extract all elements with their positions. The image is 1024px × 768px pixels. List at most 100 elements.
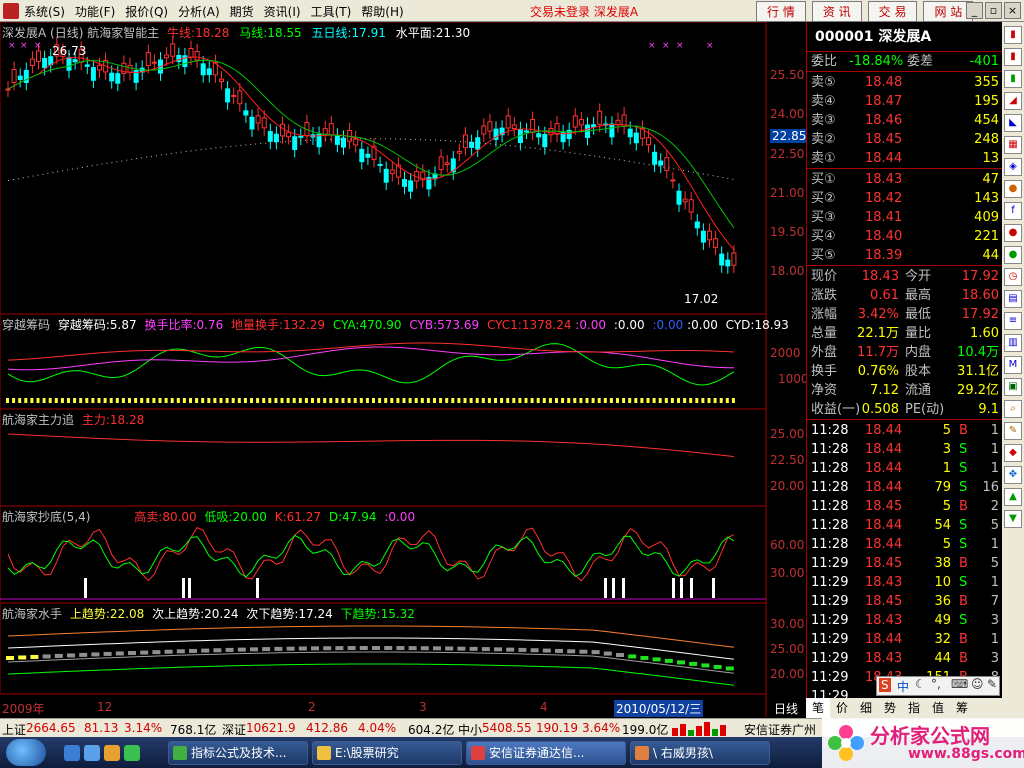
- toolbar-icon-15[interactable]: ▥: [1004, 334, 1022, 352]
- toolbar-icon-3[interactable]: ▮: [1004, 70, 1022, 88]
- tick-volume: 10: [934, 575, 951, 590]
- low-buy-value: 低吸:20.00: [204, 510, 267, 524]
- tab-chips[interactable]: 筹: [950, 698, 974, 718]
- tick-row: 11:28 18.44 5 B 1: [807, 421, 1003, 440]
- tick-time: 11:29: [811, 594, 849, 609]
- ask-row: 卖② 18.45 248: [807, 130, 1003, 149]
- volume-bar: [140, 398, 144, 403]
- toolbar-icon-6[interactable]: ▦: [1004, 136, 1022, 154]
- toolbar-icon-16[interactable]: M: [1004, 356, 1022, 374]
- stat-label: 总量: [811, 326, 838, 341]
- task-formula[interactable]: 指标公式及技术...: [168, 741, 308, 765]
- trade-button[interactable]: 交 易: [867, 1, 918, 22]
- menu-quote[interactable]: 报价(Q): [125, 3, 178, 20]
- tab-index[interactable]: 指: [902, 698, 926, 718]
- bid-row: 买① 18.43 47: [807, 170, 1003, 189]
- chip-value: 穿越筹码:5.87: [57, 318, 137, 332]
- toolbar-icon-8[interactable]: ●: [1004, 180, 1022, 198]
- toolbar-icon-11[interactable]: ●: [1004, 246, 1022, 264]
- menu-analysis[interactable]: 分析(A): [178, 3, 230, 20]
- menu-futures[interactable]: 期货: [230, 3, 264, 20]
- volume-bar: [658, 398, 662, 403]
- toolbar-icon-23[interactable]: ▼: [1004, 510, 1022, 528]
- trend-block: [30, 654, 39, 659]
- moon-icon: ☾: [915, 677, 926, 691]
- task-folder[interactable]: E:\股票研究: [312, 741, 462, 765]
- quicklaunch-icon[interactable]: [124, 745, 140, 761]
- volume-bar: [567, 398, 571, 403]
- candle-body: [700, 230, 706, 243]
- bid-row: 买⑤ 18.39 44: [807, 246, 1003, 265]
- candle-body: [145, 52, 151, 67]
- period-label[interactable]: 日线: [774, 700, 798, 717]
- menu-function[interactable]: 功能(F): [75, 3, 125, 20]
- close-button[interactable]: ×: [1004, 2, 1021, 19]
- task-other[interactable]: \ 右威男孩\: [630, 741, 770, 765]
- info-button[interactable]: 资 讯: [811, 1, 862, 22]
- toolbar-icon-10[interactable]: ●: [1004, 224, 1022, 242]
- quote-button[interactable]: 行 情: [756, 1, 806, 22]
- candle-body: [298, 135, 304, 138]
- ma5-label: 五日线:17.91: [311, 26, 386, 40]
- tab-value[interactable]: 值: [926, 698, 950, 718]
- ie-icon[interactable]: [64, 745, 80, 761]
- desktop-icon[interactable]: [84, 745, 100, 761]
- candle-body: [469, 141, 475, 148]
- toolbar-icon-13[interactable]: ▤: [1004, 290, 1022, 308]
- chart-area[interactable]: × × × × × × × 深发展A (日线) 航海家智能主 牛线:18.28 马线:18.…: [0, 21, 809, 717]
- price-tick: 24.00: [770, 107, 805, 121]
- volume-bar: [481, 398, 485, 403]
- volume-bar: [262, 398, 266, 403]
- candle-body: [97, 64, 102, 71]
- menu-info[interactable]: 资讯(I): [264, 3, 311, 20]
- tick-direction: S: [959, 575, 968, 590]
- toolbar-icon-21[interactable]: ✥: [1004, 466, 1022, 484]
- candle-body: [328, 123, 334, 136]
- candle-body: [646, 137, 651, 146]
- volume-bar: [695, 398, 699, 403]
- candle-body: [261, 117, 267, 129]
- menu-help[interactable]: 帮助(H): [361, 3, 413, 20]
- volume-bar: [585, 398, 589, 403]
- tick-count: 1: [990, 423, 999, 438]
- toolbar-icon-2[interactable]: ▮: [1004, 48, 1022, 66]
- trend-block: [591, 650, 600, 655]
- tab-trend[interactable]: 势: [878, 698, 902, 718]
- explorer-icon[interactable]: [104, 745, 120, 761]
- toolbar-icon-7[interactable]: ◈: [1004, 158, 1022, 176]
- candle-body: [334, 135, 340, 145]
- toolbar-icon-14[interactable]: ≡: [1004, 312, 1022, 330]
- minimize-button[interactable]: _: [966, 2, 983, 19]
- tick-time: 11:28: [811, 518, 849, 533]
- toolbar-icon-12[interactable]: ◷: [1004, 268, 1022, 286]
- toolbar-icon-17[interactable]: ▣: [1004, 378, 1022, 396]
- toolbar-icon-22[interactable]: ▲: [1004, 488, 1022, 506]
- x-tick: 2009年: [2, 702, 45, 716]
- tab-ticks[interactable]: 笔: [806, 698, 830, 718]
- toolbar-icon-18[interactable]: ⌕: [1004, 400, 1022, 418]
- menu-tools[interactable]: 工具(T): [311, 3, 362, 20]
- toolbar-icon-9[interactable]: f: [1004, 202, 1022, 220]
- restore-button[interactable]: ▫: [985, 2, 1002, 19]
- toolbar-icon-5[interactable]: ◣: [1004, 114, 1022, 132]
- toolbar-icon-20[interactable]: ◆: [1004, 444, 1022, 462]
- bid-label: 买⑤: [811, 248, 836, 263]
- volume-bar: [664, 398, 668, 403]
- menu-system[interactable]: 系统(S): [24, 3, 75, 20]
- tick-time: 11:29: [811, 651, 849, 666]
- ime-mode[interactable]: 中: [897, 678, 909, 695]
- marker-x: ×: [8, 41, 16, 51]
- toolbar-icon-4[interactable]: ◢: [1004, 92, 1022, 110]
- ask-label: 卖②: [811, 132, 836, 147]
- toolbar-icon-19[interactable]: ✎: [1004, 422, 1022, 440]
- tick-volume: 38: [934, 556, 951, 571]
- start-button[interactable]: [6, 739, 46, 766]
- stat-value: 7.12: [870, 383, 899, 398]
- volume-bar: [451, 398, 455, 403]
- task-tdx[interactable]: 安信证券通达信...: [466, 741, 626, 765]
- tab-detail[interactable]: 细: [854, 698, 878, 718]
- volume-bar: [54, 398, 58, 403]
- toolbar-icon-1[interactable]: ▮: [1004, 26, 1022, 44]
- tab-price[interactable]: 价: [830, 698, 854, 718]
- ime-toolbar[interactable]: S 中 ☾ °, ⌨ ☺ ✎: [876, 676, 1000, 696]
